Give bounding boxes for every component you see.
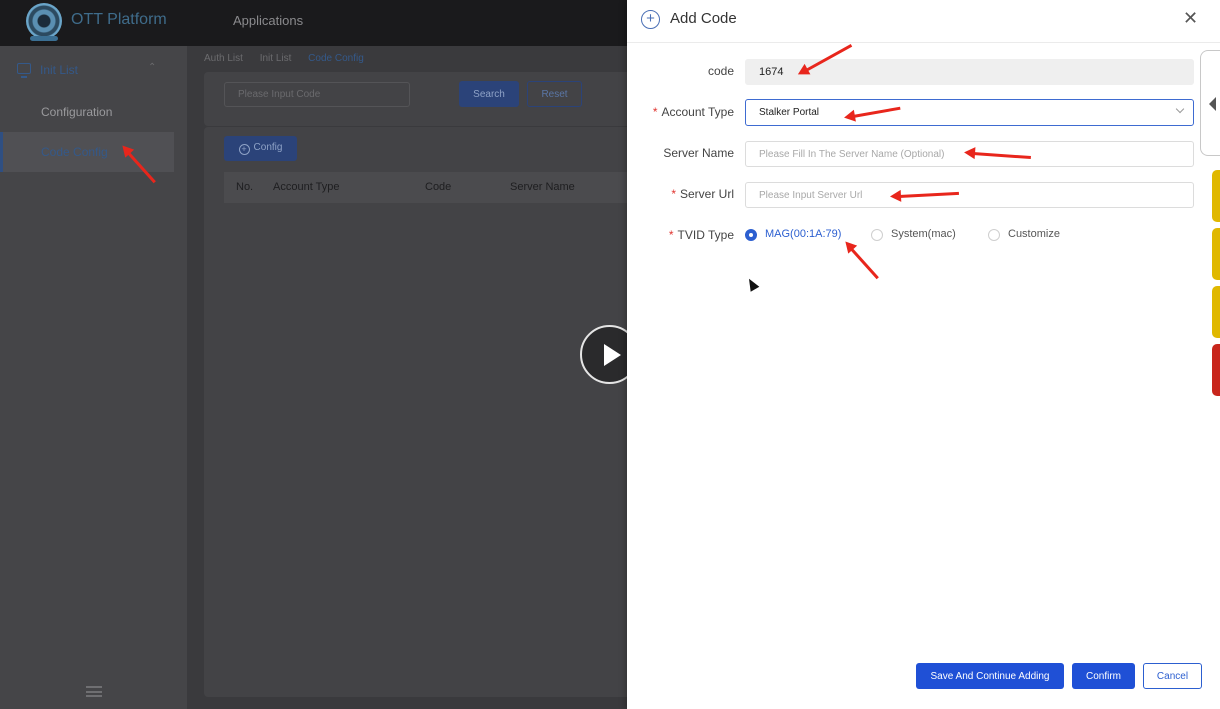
plus-circle-icon: + [238,144,250,155]
config-button[interactable]: + Config [224,136,297,161]
drawer-header: + Add Code ✕ [627,0,1220,43]
tvid-type-radio-group: MAG(00:1A:79) System(mac) Customize [745,223,1185,249]
code-label: code [707,64,734,78]
radio-label: MAG(00:1A:79) [765,228,842,240]
code-search-input[interactable] [224,82,410,107]
account-type-value: Stalker Portal [759,107,820,118]
app-name: OTT Platform [71,11,167,28]
chevron-up-icon: ⌃ [148,62,157,73]
code-field[interactable] [745,59,1194,85]
breadcrumb-current: Code Config [308,53,364,64]
account-type-select[interactable]: Stalker Portal [745,99,1194,126]
collapse-panel-handle[interactable] [1200,50,1220,156]
account-type-label-text: Account Type [661,105,735,119]
tvid-type-label: * TVID Type [669,228,734,242]
app-logo-base [30,36,58,41]
cancel-button[interactable]: Cancel [1143,663,1202,689]
form-row-tvid-type: * TVID Type MAG(00:1A:79) System(mac) Cus… [627,223,1220,249]
radio-dot [988,229,1000,241]
save-and-continue-button[interactable]: Save And Continue Adding [916,663,1064,689]
sidebar-group-label: Init List [40,63,79,77]
sidebar-group-init-list[interactable]: Init List ⌃ [0,60,187,84]
sidebar-item-label: Code Config [41,145,108,159]
close-icon[interactable]: ✕ [1183,8,1198,29]
column-header: Account Type [273,181,340,193]
drawer-title: Add Code [670,10,737,27]
add-code-drawer: + Add Code ✕ code *Account Type Stalker … [627,0,1220,709]
plus-circle-icon: + [641,10,660,29]
radio-label: Customize [1008,228,1060,240]
menu-toggle-icon[interactable] [86,686,102,697]
applications-menu[interactable]: Applications [233,13,303,28]
server-name-label: Server Name [663,146,734,160]
tvid-type-label-text: TVID Type [677,228,734,242]
column-header: No. [236,181,254,193]
sidebar: Init List ⌃ Configuration Code Config [0,46,187,709]
required-marker: * [671,187,676,201]
column-header: Code [425,181,452,193]
filter-panel: Search Reset [204,72,644,126]
sidebar-item-code-config[interactable]: Code Config [0,132,174,172]
chevron-down-icon [1175,104,1185,114]
table-panel: + Config No. Account Type Code Server Nam… [204,127,644,697]
server-url-label: * Server Url [671,187,734,201]
confirm-button[interactable]: Confirm [1072,663,1135,689]
account-type-label: * Account Type [653,105,734,119]
config-button-label: Config [253,142,283,153]
breadcrumb-item[interactable]: Auth List [204,53,243,64]
radio-dot [871,229,883,241]
form-row-server-name: Server Name [627,141,1220,167]
server-url-label-text: Server Url [679,187,734,201]
side-tab[interactable] [1212,228,1220,280]
side-tab[interactable] [1212,286,1220,338]
breadcrumb-item[interactable]: Init List [260,53,292,64]
required-marker: * [668,228,674,242]
radio-dot [745,229,757,241]
reset-button[interactable]: Reset [527,81,582,107]
side-tab[interactable] [1212,170,1220,222]
form-row-code: code [627,59,1220,85]
sidebar-item-configuration[interactable]: Configuration [0,92,174,132]
app-logo [26,3,62,39]
column-header: Server Name [510,181,575,193]
main-content: Auth List Init List Code Config Search R… [187,46,644,709]
table-header: No. Account Type Code Server Name [224,172,644,203]
server-url-field[interactable] [745,182,1194,208]
sidebar-item-label: Configuration [41,105,113,119]
radio-label: System(mac) [891,228,956,240]
monitor-icon [17,63,31,78]
side-tab[interactable] [1212,344,1220,396]
form-row-account-type: * Account Type Stalker Portal [627,99,1220,126]
breadcrumb: Auth List Init List Code Config [204,53,378,64]
required-marker: * [652,105,658,119]
search-button[interactable]: Search [459,81,519,107]
